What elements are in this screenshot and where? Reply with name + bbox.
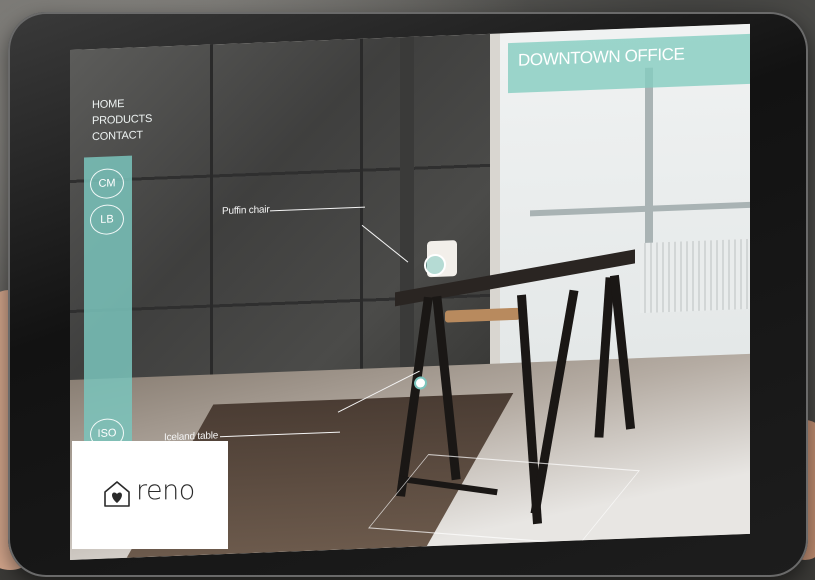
nav-products[interactable]: PRODUCTS [92, 111, 152, 129]
nav-contact[interactable]: CONTACT [92, 127, 152, 145]
wall-pillar [400, 36, 414, 418]
location-banner: DOWNTOWN OFFICE [508, 33, 750, 94]
main-nav: HOME PRODUCTS CONTACT [92, 95, 152, 145]
banner-title: DOWNTOWN OFFICE [518, 44, 685, 70]
house-heart-icon [104, 481, 130, 507]
radiator [640, 238, 750, 314]
lb-button[interactable]: LB [90, 203, 124, 236]
reno-logo: reno [72, 441, 228, 549]
chair-label: Puffin chair [222, 204, 270, 218]
logo-text: reno [136, 475, 195, 506]
cm-button[interactable]: CM [90, 167, 124, 200]
unit-sidebar: CM LB ISO [84, 155, 132, 460]
